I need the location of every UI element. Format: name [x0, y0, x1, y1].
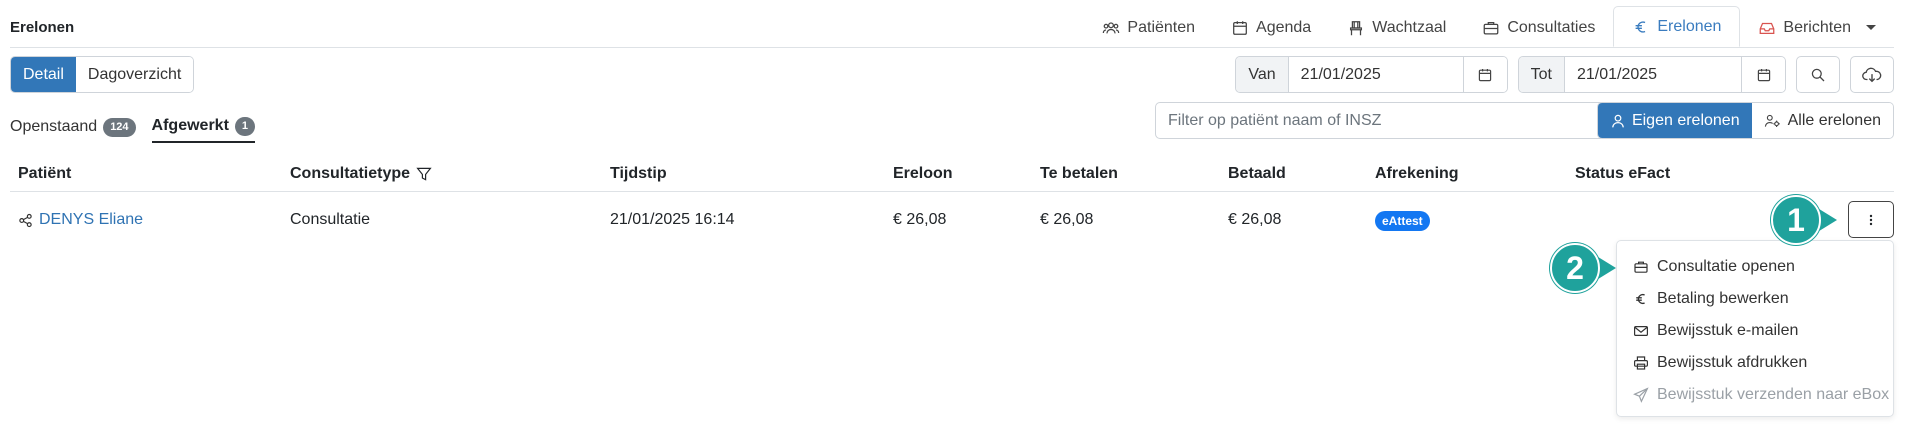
header-divider [10, 47, 1894, 48]
chair-icon [1350, 20, 1363, 35]
consultation-type: Consultatie [290, 211, 371, 228]
tab-label: Agenda [1256, 18, 1312, 36]
all-fees-label: Alle erelonen [1787, 111, 1881, 129]
more-vertical-icon [1869, 214, 1873, 225]
menu-item-label: Betaling bewerken [1657, 290, 1789, 307]
euro-icon [1636, 293, 1645, 305]
inbox-icon [1760, 22, 1775, 34]
subtab-afgewerkt[interactable]: Afgewerkt 1 [151, 111, 256, 143]
briefcase-icon [1483, 21, 1499, 34]
users-icon [1103, 21, 1120, 33]
cloud-download-button[interactable] [1850, 56, 1894, 93]
to-pay-amount: € 26,08 [1040, 211, 1094, 228]
search-icon [1811, 68, 1825, 81]
to-calendar-button[interactable] [1741, 57, 1785, 92]
send-icon [1633, 387, 1649, 403]
column-header-consultatietype[interactable]: Consultatietype [290, 165, 432, 183]
menu-item-label: Bewijsstuk e-mailen [1657, 322, 1799, 339]
column-header[interactable]: Patiënt [18, 165, 71, 183]
menu-item-betaling-bewerken[interactable]: Betaling bewerken [1617, 283, 1893, 315]
menu-item-label: Bewijsstuk afdrukken [1657, 354, 1808, 371]
subtab-openstaand[interactable]: Openstaand 124 [10, 111, 136, 143]
tab-label: Patiënten [1127, 18, 1196, 36]
users-gear-icon [1764, 114, 1780, 127]
settlement-cell: eAttest [1375, 211, 1430, 231]
patient-link[interactable]: DENYS Eliane [18, 211, 143, 229]
from-date-group: Van 21/01/2025 [1235, 56, 1508, 93]
paid-amount: € 26,08 [1228, 211, 1282, 228]
column-header[interactable]: Te betalen [1040, 165, 1118, 183]
tab-label: Erelonen [1657, 17, 1722, 35]
tab-agenda[interactable]: Agenda [1213, 8, 1329, 47]
table-header: Patiënt Consultatietype Tijdstip Ereloon… [10, 157, 1894, 192]
from-date-input[interactable]: 21/01/2025 [1288, 57, 1463, 92]
briefcase-icon [1634, 261, 1648, 273]
chevron-down-icon [1866, 25, 1876, 30]
row-actions-button[interactable] [1848, 201, 1894, 238]
view-toggle: Detail Dagoverzicht [10, 56, 195, 93]
menu-item-bewijsstuk-emailen[interactable]: Bewijsstuk e-mailen [1617, 315, 1893, 347]
search-button[interactable] [1796, 56, 1840, 93]
subtab-label: Afgewerkt [151, 117, 229, 134]
row-actions-menu: Consultatie openen Betaling bewerken Bew… [1616, 240, 1894, 417]
column-header[interactable]: Status eFact [1575, 165, 1670, 183]
dagoverzicht-button[interactable]: Dagoverzicht [75, 57, 194, 92]
status-subtabs: Openstaand 124 Afgewerkt 1 [10, 111, 256, 143]
step-1-number: 1 [1771, 195, 1821, 245]
cloud-download-icon [1862, 67, 1882, 82]
user-icon [1612, 114, 1624, 127]
menu-item-label: Bewijsstuk verzenden naar eBox [1657, 386, 1890, 403]
share-nodes-icon [19, 213, 32, 227]
calendar-icon [1757, 68, 1770, 81]
main-nav-tabs: Patiënten Agenda Wachtzaal Consultaties … [1084, 6, 1894, 47]
euro-icon [1635, 20, 1646, 33]
printer-icon [1634, 356, 1648, 370]
column-header-label: Consultatietype [290, 165, 411, 182]
fee-amount: € 26,08 [893, 211, 947, 228]
tab-label: Wachtzaal [1372, 18, 1447, 36]
date-range: Van 21/01/2025 Tot 21/01/2025 [1235, 56, 1894, 93]
column-header[interactable]: Tijdstip [610, 165, 667, 183]
filter-icon[interactable] [416, 166, 432, 182]
menu-item-label: Consultatie openen [1657, 258, 1795, 275]
own-fees-label: Eigen erelonen [1631, 111, 1740, 129]
calendar-icon [1478, 68, 1492, 81]
menu-item-bewijsstuk-ebox: Bewijsstuk verzenden naar eBox [1617, 379, 1893, 411]
table-row[interactable]: DENYS Eliane Consultatie 21/01/2025 16:1… [10, 193, 1894, 247]
all-fees-button[interactable]: Alle erelonen [1751, 103, 1893, 138]
count-badge: 124 [103, 117, 136, 137]
tab-patienten[interactable]: Patiënten [1084, 8, 1213, 47]
page-title: Erelonen [10, 19, 75, 36]
tab-label: Consultaties [1507, 18, 1596, 36]
tab-erelonen[interactable]: Erelonen [1613, 6, 1741, 47]
tab-consultaties[interactable]: Consultaties [1464, 8, 1613, 47]
envelope-icon [1634, 326, 1648, 336]
to-date-input[interactable]: 21/01/2025 [1565, 57, 1741, 92]
patient-name: DENYS Eliane [39, 211, 144, 228]
column-header[interactable]: Afrekening [1375, 165, 1459, 183]
tab-label: Berichten [1783, 18, 1851, 36]
step-2-number: 2 [1550, 243, 1600, 293]
menu-item-consultatie-openen[interactable]: Consultatie openen [1617, 251, 1893, 283]
settlement-badge: eAttest [1375, 211, 1430, 231]
from-label: Van [1236, 57, 1289, 92]
subtab-label: Openstaand [10, 118, 98, 135]
tab-berichten[interactable]: Berichten [1740, 8, 1894, 47]
tab-wachtzaal[interactable]: Wachtzaal [1329, 8, 1464, 47]
to-date-group: Tot 21/01/2025 [1517, 56, 1786, 93]
own-fees-button[interactable]: Eigen erelonen [1597, 103, 1752, 138]
timestamp: 21/01/2025 16:14 [610, 211, 735, 228]
column-header[interactable]: Ereloon [893, 165, 953, 183]
detail-button[interactable]: Detail [11, 57, 76, 92]
from-calendar-button[interactable] [1462, 57, 1507, 92]
step-1-callout: 1 [1771, 195, 1837, 245]
to-label: Tot [1518, 57, 1565, 92]
menu-item-bewijsstuk-afdrukken[interactable]: Bewijsstuk afdrukken [1617, 347, 1893, 379]
step-2-callout: 2 [1550, 243, 1616, 293]
count-badge: 1 [234, 116, 256, 136]
ownership-toggle: Eigen erelonen Alle erelonen [1596, 102, 1894, 139]
patient-filter-input[interactable]: Filter op patiënt naam of INSZ [1155, 102, 1605, 139]
column-header[interactable]: Betaald [1228, 165, 1286, 183]
calendar-icon [1233, 20, 1247, 35]
